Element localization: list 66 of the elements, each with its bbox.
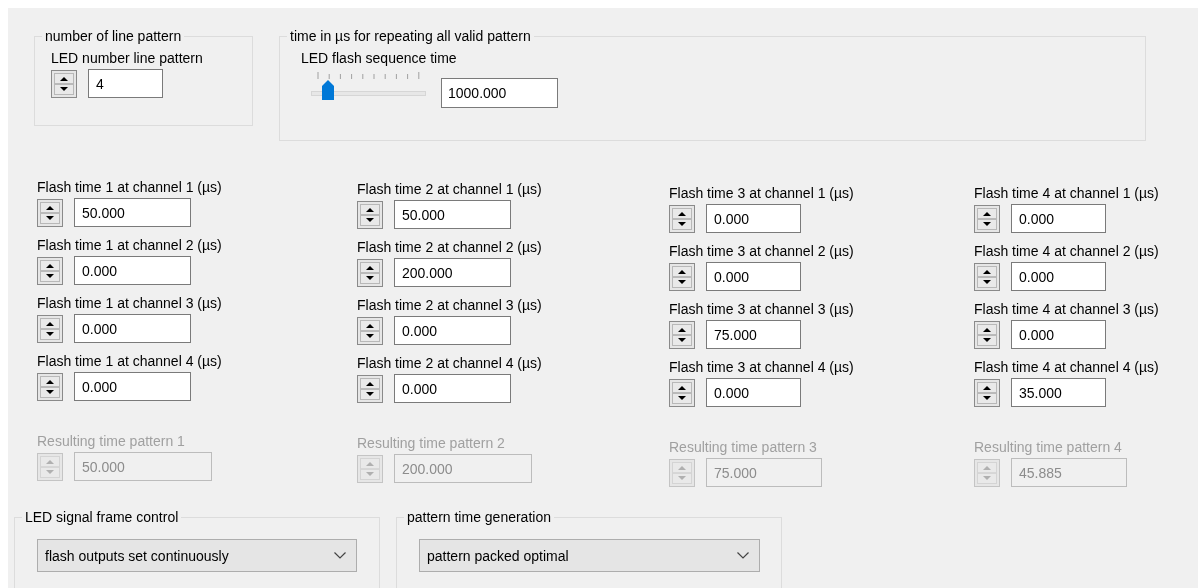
spin-button[interactable]: [37, 198, 63, 227]
number-field[interactable]: 35.000: [1011, 378, 1106, 407]
field-label: Flash time 1 at channel 1 (µs): [37, 179, 223, 197]
field-label: Flash time 3 at channel 3 (µs): [669, 301, 855, 319]
spin-button[interactable]: [669, 378, 695, 407]
field-label: Flash time 1 at channel 4 (µs): [37, 353, 223, 371]
field-label: Flash time 4 at channel 2 (µs): [974, 243, 1160, 261]
number-field[interactable]: 75.000: [706, 320, 801, 349]
field-label: Flash time 2 at channel 3 (µs): [357, 297, 543, 315]
spin-button[interactable]: [974, 378, 1000, 407]
number-field[interactable]: 1000.000: [441, 78, 558, 108]
spin-button[interactable]: [51, 69, 77, 98]
slider-thumb[interactable]: [322, 80, 335, 100]
number-field[interactable]: 0.000: [1011, 262, 1106, 291]
spin-button[interactable]: [357, 316, 383, 345]
spin-button[interactable]: [357, 258, 383, 287]
chevron-down-icon: [334, 552, 346, 559]
field-label: Flash time 4 at channel 4 (µs): [974, 359, 1160, 377]
spin-button[interactable]: [669, 262, 695, 291]
field-label: Flash time 2 at channel 2 (µs): [357, 239, 543, 257]
spin-button[interactable]: [37, 372, 63, 401]
spin-button[interactable]: [37, 256, 63, 285]
spin-button[interactable]: [37, 314, 63, 343]
field-label: Flash time 1 at channel 3 (µs): [37, 295, 223, 313]
number-field[interactable]: 0.000: [74, 372, 191, 401]
spin-button[interactable]: [974, 320, 1000, 349]
field-label: LED number line pattern: [51, 50, 204, 68]
field-label: Flash time 1 at channel 2 (µs): [37, 237, 223, 255]
spin-button[interactable]: [669, 204, 695, 233]
spin-button[interactable]: [669, 320, 695, 349]
number-field[interactable]: 0.000: [706, 378, 801, 407]
number-field[interactable]: 4: [88, 69, 163, 98]
group-title: pattern time generation: [406, 509, 552, 525]
dropdown[interactable]: flash outputs set continuously: [37, 539, 357, 572]
group-title: number of line pattern: [44, 28, 183, 44]
field-label: Flash time 3 at channel 4 (µs): [669, 359, 855, 377]
spin-button[interactable]: [357, 200, 383, 229]
spin-button[interactable]: [974, 204, 1000, 233]
field-label: Resulting time pattern 3: [669, 439, 818, 457]
number-field[interactable]: 0.000: [74, 256, 191, 285]
number-field[interactable]: 200.000: [394, 258, 511, 287]
field-label: Flash time 2 at channel 1 (µs): [357, 181, 543, 199]
number-field[interactable]: 0.000: [706, 262, 801, 291]
field-label: Resulting time pattern 1: [37, 433, 186, 451]
number-field[interactable]: 0.000: [74, 314, 191, 343]
field-label: Flash time 3 at channel 2 (µs): [669, 243, 855, 261]
field-label: Resulting time pattern 2: [357, 435, 506, 453]
field-label: LED flash sequence time: [301, 50, 458, 68]
spin-button[interactable]: [974, 262, 1000, 291]
spin-button[interactable]: [357, 374, 383, 403]
field-label: Flash time 4 at channel 1 (µs): [974, 185, 1160, 203]
dropdown[interactable]: pattern packed optimal: [419, 539, 760, 572]
field-label: Flash time 3 at channel 1 (µs): [669, 185, 855, 203]
group-title: time in µs for repeating all valid pattern: [289, 28, 532, 44]
number-field[interactable]: 50.000: [74, 198, 191, 227]
field-label: Flash time 4 at channel 3 (µs): [974, 301, 1160, 319]
number-field[interactable]: 0.000: [394, 316, 511, 345]
number-field[interactable]: 0.000: [1011, 204, 1106, 233]
number-field[interactable]: 0.000: [394, 374, 511, 403]
group-title: LED signal frame control: [24, 509, 180, 525]
field-label: Resulting time pattern 4: [974, 439, 1123, 457]
chevron-down-icon: [737, 552, 749, 559]
number-field[interactable]: 0.000: [1011, 320, 1106, 349]
number-field[interactable]: 50.000: [394, 200, 511, 229]
number-field[interactable]: 0.000: [706, 204, 801, 233]
field-label: Flash time 2 at channel 4 (µs): [357, 355, 543, 373]
